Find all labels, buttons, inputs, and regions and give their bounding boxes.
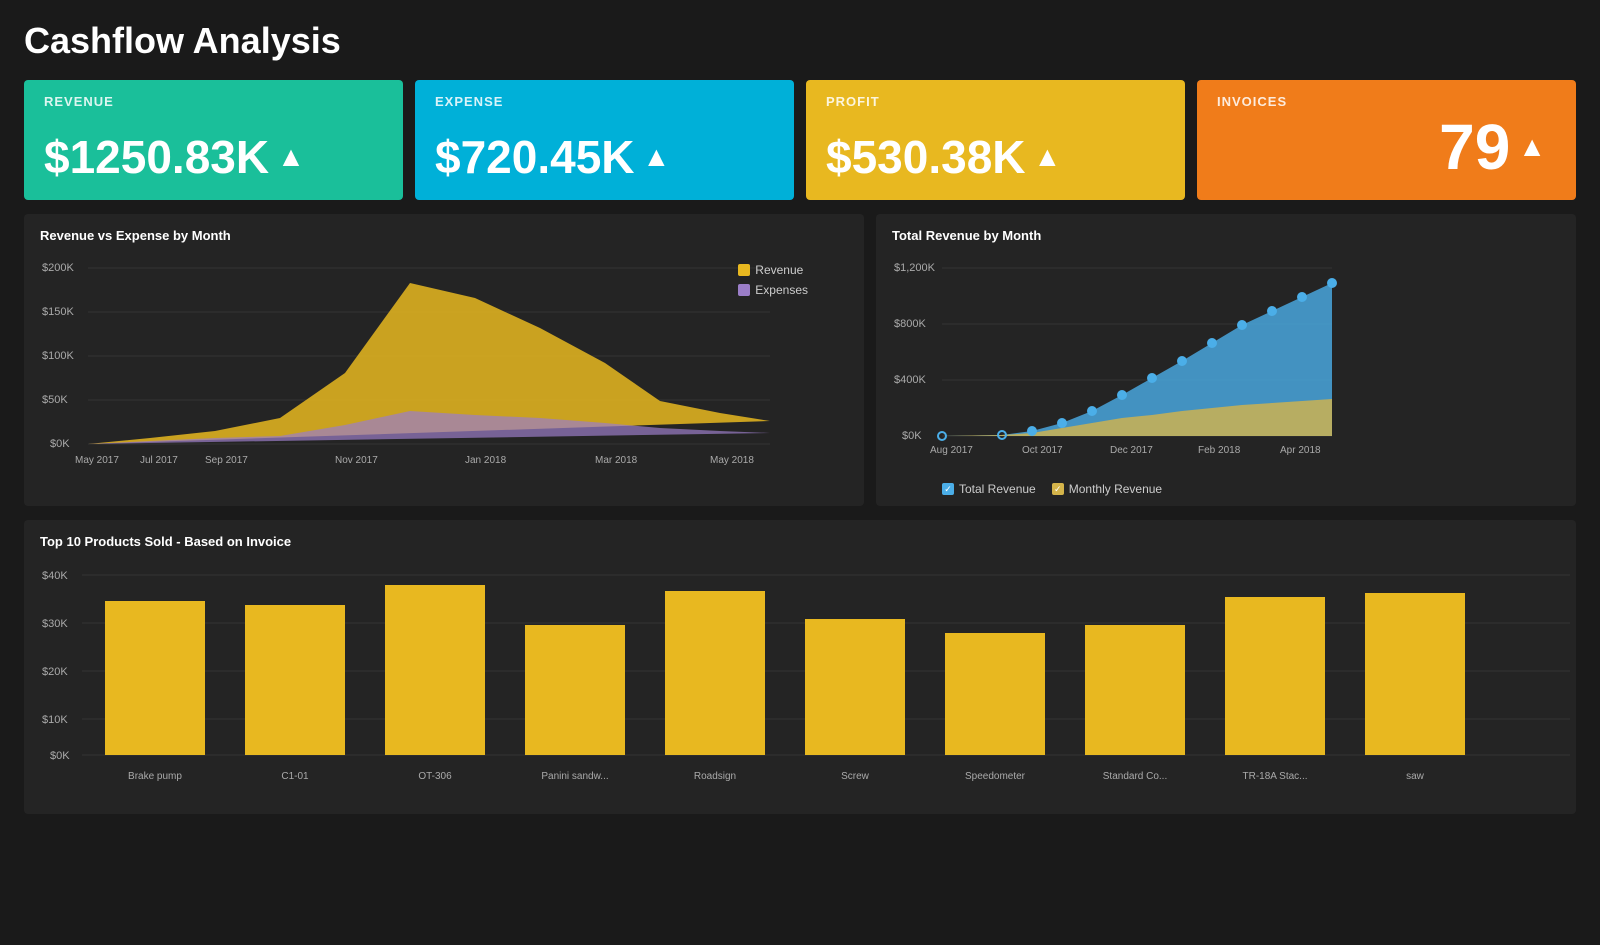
svg-text:$100K: $100K (42, 350, 74, 362)
svg-text:Mar 2018: Mar 2018 (595, 455, 638, 466)
kpi-revenue-arrow: ▲ (277, 141, 305, 173)
svg-text:$40K: $40K (42, 570, 68, 582)
total-rev-panel: Total Revenue by Month $1,200K $800K $40… (876, 214, 1576, 506)
bar-brake-pump (105, 601, 205, 755)
kpi-revenue-label: REVENUE (44, 94, 383, 109)
svg-text:Roadsign: Roadsign (694, 771, 736, 782)
svg-text:$0K: $0K (50, 750, 70, 762)
kpi-expense[interactable]: EXPENSE $720.45K ▲ (415, 80, 794, 200)
charts-row: Revenue vs Expense by Month $200K $150K … (24, 214, 1576, 506)
svg-text:Standard Co...: Standard Co... (1103, 771, 1167, 782)
kpi-invoices[interactable]: INVOICES 79 ▲ (1197, 80, 1576, 200)
svg-text:Dec 2017: Dec 2017 (1110, 445, 1153, 456)
kpi-invoices-value: 79 ▲ (1217, 110, 1556, 184)
kpi-revenue-value: $1250.83K ▲ (44, 130, 383, 184)
svg-text:$800K: $800K (894, 318, 926, 330)
bar-chart-panel: Top 10 Products Sold - Based on Invoice … (24, 520, 1576, 814)
rev-exp-title: Revenue vs Expense by Month (40, 228, 848, 243)
kpi-profit-label: PROFIT (826, 94, 1165, 109)
total-rev-title: Total Revenue by Month (892, 228, 1560, 243)
svg-text:$150K: $150K (42, 306, 74, 318)
svg-text:Aug 2017: Aug 2017 (930, 445, 973, 456)
svg-text:Oct 2017: Oct 2017 (1022, 445, 1063, 456)
svg-text:TR-18A Stac...: TR-18A Stac... (1242, 771, 1307, 782)
kpi-invoices-arrow: ▲ (1518, 131, 1546, 163)
kpi-profit-arrow: ▲ (1034, 141, 1062, 173)
bar-speedometer (945, 633, 1045, 755)
total-rev-legend-total: ✓ Total Revenue (942, 482, 1036, 496)
bar-standard (1085, 625, 1185, 755)
svg-text:$0K: $0K (50, 438, 70, 450)
svg-text:Jul 2017: Jul 2017 (140, 455, 178, 466)
svg-text:Jan 2018: Jan 2018 (465, 455, 507, 466)
kpi-expense-arrow: ▲ (643, 141, 671, 173)
svg-text:OT-306: OT-306 (418, 771, 452, 782)
bar-screw (805, 619, 905, 755)
svg-text:Feb 2018: Feb 2018 (1198, 445, 1241, 456)
kpi-expense-label: EXPENSE (435, 94, 774, 109)
svg-text:Panini sandw...: Panini sandw... (541, 771, 608, 782)
bar-panini (525, 625, 625, 755)
rev-legend-revenue: Revenue (738, 263, 808, 277)
bar-c101 (245, 605, 345, 755)
svg-text:May 2017: May 2017 (75, 455, 119, 466)
svg-text:$400K: $400K (894, 374, 926, 386)
svg-text:Brake pump: Brake pump (128, 771, 182, 782)
page-title: Cashflow Analysis (24, 20, 1576, 62)
svg-text:Nov 2017: Nov 2017 (335, 455, 378, 466)
rev-legend-expenses: Expenses (738, 283, 808, 297)
kpi-row: REVENUE $1250.83K ▲ EXPENSE $720.45K ▲ P… (24, 80, 1576, 200)
svg-text:Sep 2017: Sep 2017 (205, 455, 248, 466)
kpi-expense-value: $720.45K ▲ (435, 130, 774, 184)
kpi-profit[interactable]: PROFIT $530.38K ▲ (806, 80, 1185, 200)
total-rev-chart: $1,200K $800K $400K $0K (892, 253, 1342, 473)
kpi-invoices-label: INVOICES (1217, 94, 1556, 109)
svg-text:$30K: $30K (42, 618, 68, 630)
svg-text:saw: saw (1406, 771, 1425, 782)
bar-chart-title: Top 10 Products Sold - Based on Invoice (40, 534, 1560, 549)
rev-exp-chart: $200K $150K $100K $50K $0K May 2017 Jul … (40, 253, 840, 473)
bar-saw (1365, 593, 1465, 755)
svg-text:$10K: $10K (42, 714, 68, 726)
svg-text:Apr 2018: Apr 2018 (1280, 445, 1321, 456)
svg-text:$1,200K: $1,200K (894, 262, 936, 274)
svg-text:$0K: $0K (902, 430, 922, 442)
svg-text:$50K: $50K (42, 394, 68, 406)
bar-tr18a (1225, 597, 1325, 755)
kpi-revenue[interactable]: REVENUE $1250.83K ▲ (24, 80, 403, 200)
svg-text:$20K: $20K (42, 666, 68, 678)
bar-ot306 (385, 585, 485, 755)
svg-text:C1-01: C1-01 (281, 771, 309, 782)
svg-text:$200K: $200K (42, 262, 74, 274)
kpi-profit-value: $530.38K ▲ (826, 130, 1165, 184)
rev-exp-panel: Revenue vs Expense by Month $200K $150K … (24, 214, 864, 506)
bar-chart: $40K $30K $20K $10K $0K Brake pump C1-01… (40, 559, 1580, 799)
bar-roadsign (665, 591, 765, 755)
svg-text:Screw: Screw (841, 771, 870, 782)
svg-text:May 2018: May 2018 (710, 455, 754, 466)
total-rev-legend-monthly: ✓ Monthly Revenue (1052, 482, 1162, 496)
svg-text:Speedometer: Speedometer (965, 771, 1026, 782)
